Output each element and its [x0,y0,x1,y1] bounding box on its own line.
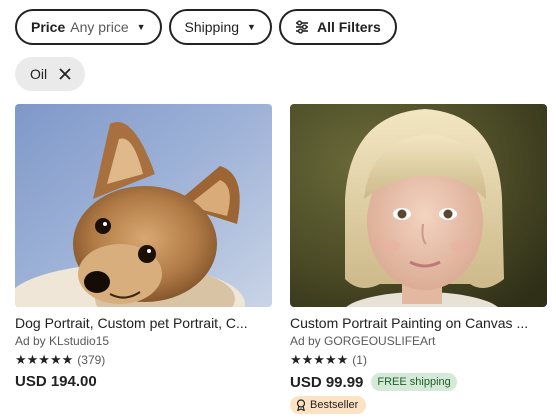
bestseller-badge: Bestseller [290,396,367,414]
free-shipping-badge: FREE shipping [371,373,457,391]
award-icon [296,399,306,411]
listing-card[interactable]: Dog Portrait, Custom pet Portrait, C... … [15,104,272,390]
filter-bar: Price Any price ▼ Shipping ▼ All Filters [15,9,397,45]
review-count: (379) [77,353,106,367]
chip-label: Oil [30,66,48,82]
price-filter-label: Price [31,19,66,35]
price-row: USD 99.99 FREE shipping [290,373,547,391]
close-icon[interactable] [59,68,71,80]
price-filter-button[interactable]: Price Any price ▼ [15,9,162,45]
listing-title[interactable]: Custom Portrait Painting on Canvas ... [290,315,547,331]
shipping-filter-label: Shipping [184,19,240,35]
sliders-icon [295,20,309,34]
star-rating-icon: ★★★★★ [15,352,74,367]
all-filters-label: All Filters [316,19,381,35]
listing-shop: Ad by GORGEOUSLIFEArt [290,334,436,348]
listing-image[interactable] [15,104,272,307]
active-filter-chip[interactable]: Oil [15,57,86,91]
listing-price: USD 194.00 [15,373,97,390]
listing-card[interactable]: Custom Portrait Painting on Canvas ... A… [290,104,547,416]
listing-title[interactable]: Dog Portrait, Custom pet Portrait, C... [15,315,272,331]
all-filters-button[interactable]: All Filters [278,9,397,45]
listing-rating: ★★★★★ (379) [15,352,272,368]
bestseller-label: Bestseller [310,399,359,411]
price-filter-value: Any price [70,19,129,35]
price-row: USD 194.00 [15,373,272,390]
review-count: (1) [352,353,367,367]
listing-shop: Ad by KLstudio15 [15,334,110,348]
shipping-filter-button[interactable]: Shipping ▼ [168,9,272,45]
listing-rating: ★★★★★ (1) [290,352,547,368]
listing-image[interactable] [290,104,547,307]
caret-down-icon: ▼ [247,22,256,32]
star-rating-icon: ★★★★★ [290,352,349,367]
caret-down-icon: ▼ [136,22,146,32]
listing-price: USD 99.99 [290,373,364,391]
